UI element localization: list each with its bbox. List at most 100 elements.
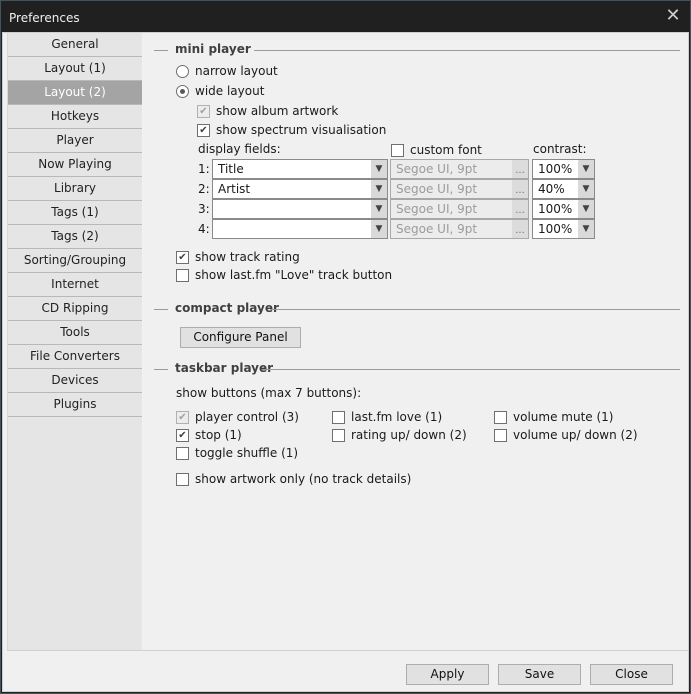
font-value: Segoe UI, 9pt	[396, 222, 478, 236]
custom-font-checkbox[interactable]: custom font	[391, 142, 482, 158]
taskbar-button-checkbox[interactable]: ✔ player control (3)	[176, 409, 299, 425]
display-field-value: Artist	[218, 182, 251, 196]
contrast-label: contrast:	[533, 142, 587, 156]
sidebar-item-layout-2[interactable]: Layout (2)	[8, 81, 142, 105]
sidebar-item-hotkeys[interactable]: Hotkeys	[8, 105, 142, 129]
checkbox[interactable]	[176, 268, 189, 282]
display-field-dropdown[interactable]: Artist ▼	[212, 179, 388, 199]
wide-layout-radio[interactable]: wide layout	[176, 83, 264, 99]
artwork-only-label: show artwork only (no track details)	[195, 472, 412, 486]
contrast-value: 100%	[538, 162, 573, 176]
show-lastfm-love-checkbox[interactable]: show last.fm "Love" track button	[176, 267, 392, 283]
mini-player-heading: mini player	[175, 42, 251, 56]
show-spectrum-checkbox[interactable]: ✔ show spectrum visualisation	[197, 122, 386, 138]
taskbar-button-label: rating up/ down (2)	[351, 428, 467, 442]
field-number: 1:	[198, 162, 210, 176]
checkmark-icon[interactable]: ✔	[176, 250, 189, 264]
contrast-value: 100%	[538, 202, 573, 216]
dropdown-arrow-icon[interactable]: ▼	[371, 220, 387, 238]
taskbar-button-checkbox[interactable]: volume up/ down (2)	[494, 427, 638, 443]
taskbar-button-checkbox[interactable]: rating up/ down (2)	[332, 427, 467, 443]
taskbar-button-checkbox[interactable]: ✔ stop (1)	[176, 427, 242, 443]
sidebar-item-file-converters[interactable]: File Converters	[8, 345, 142, 369]
contrast-dropdown[interactable]: 100% ▼	[532, 219, 595, 239]
checkmark-icon[interactable]: ✔	[197, 123, 210, 137]
field-number: 4:	[198, 222, 210, 236]
settings-panel: mini player narrow layout wide layout ✔ …	[142, 33, 688, 650]
footer-divider	[7, 650, 688, 651]
dropdown-arrow-icon[interactable]: ▼	[578, 220, 594, 238]
checkmark-icon[interactable]: ✔	[176, 410, 189, 424]
dropdown-arrow-icon[interactable]: ▼	[371, 200, 387, 218]
sidebar-item-tools[interactable]: Tools	[8, 321, 142, 345]
sidebar-item-cd-ripping[interactable]: CD Ripping	[8, 297, 142, 321]
configure-panel-button[interactable]: Configure Panel	[180, 327, 301, 348]
contrast-dropdown[interactable]: 100% ▼	[532, 159, 595, 179]
sidebar-item-layout-1[interactable]: Layout (1)	[8, 57, 142, 81]
display-field-dropdown[interactable]: ▼	[212, 219, 388, 239]
font-browse-button[interactable]: ...	[512, 180, 528, 198]
display-field-dropdown[interactable]: Title ▼	[212, 159, 388, 179]
show-album-artwork-label: show album artwork	[216, 104, 339, 118]
compact-player-group-header: compact player	[154, 301, 680, 317]
contrast-value: 40%	[538, 182, 565, 196]
sidebar-item-devices[interactable]: Devices	[8, 369, 142, 393]
show-track-rating-checkbox[interactable]: ✔ show track rating	[176, 249, 300, 265]
taskbar-button-checkbox[interactable]: volume mute (1)	[494, 409, 613, 425]
font-browse-button[interactable]: ...	[512, 220, 528, 238]
dropdown-arrow-icon[interactable]: ▼	[578, 180, 594, 198]
sidebar-item-library[interactable]: Library	[8, 177, 142, 201]
checkbox[interactable]	[391, 143, 404, 157]
font-browse-button[interactable]: ...	[512, 200, 528, 218]
save-button[interactable]: Save	[498, 664, 581, 685]
artwork-only-checkbox[interactable]: show artwork only (no track details)	[176, 471, 411, 487]
sidebar-item-general[interactable]: General	[8, 33, 142, 57]
font-value: Segoe UI, 9pt	[396, 162, 478, 176]
sidebar-item-player[interactable]: Player	[8, 129, 142, 153]
field-number: 2:	[198, 182, 210, 196]
radio-button[interactable]	[176, 64, 189, 78]
sidebar-item-now-playing[interactable]: Now Playing	[8, 153, 142, 177]
contrast-dropdown[interactable]: 100% ▼	[532, 199, 595, 219]
show-buttons-label: show buttons (max 7 buttons):	[176, 386, 362, 400]
apply-button[interactable]: Apply	[406, 664, 489, 685]
font-browse-button[interactable]: ...	[512, 160, 528, 178]
show-track-rating-label: show track rating	[195, 250, 300, 264]
dropdown-arrow-icon[interactable]: ▼	[371, 180, 387, 198]
checkmark-icon[interactable]: ✔	[176, 428, 189, 442]
title-bar: Preferences ✕	[2, 2, 689, 32]
checkbox[interactable]	[176, 446, 189, 460]
close-icon[interactable]: ✕	[663, 6, 683, 26]
dropdown-arrow-icon[interactable]: ▼	[578, 160, 594, 178]
sidebar-item-tags-1[interactable]: Tags (1)	[8, 201, 142, 225]
taskbar-button-checkbox[interactable]: toggle shuffle (1)	[176, 445, 298, 461]
sidebar-item-sorting-grouping[interactable]: Sorting/Grouping	[8, 249, 142, 273]
font-picker: Segoe UI, 9pt ...	[390, 159, 529, 179]
dropdown-arrow-icon[interactable]: ▼	[578, 200, 594, 218]
sidebar-item-internet[interactable]: Internet	[8, 273, 142, 297]
sidebar-item-plugins[interactable]: Plugins	[8, 393, 142, 417]
show-spectrum-label: show spectrum visualisation	[216, 123, 387, 137]
radio-button-selected[interactable]	[176, 84, 189, 98]
taskbar-button-label: stop (1)	[195, 428, 242, 442]
checkbox[interactable]	[494, 428, 507, 442]
narrow-layout-radio[interactable]: narrow layout	[176, 63, 278, 79]
checkmark-icon[interactable]: ✔	[197, 104, 210, 118]
wide-layout-label: wide layout	[195, 84, 265, 98]
taskbar-button-checkbox[interactable]: last.fm love (1)	[332, 409, 442, 425]
preferences-window: Preferences ✕ General Layout (1) Layout (2…	[0, 0, 691, 694]
sidebar-item-tags-2[interactable]: Tags (2)	[8, 225, 142, 249]
show-album-artwork-checkbox[interactable]: ✔ show album artwork	[197, 103, 338, 119]
close-button[interactable]: Close	[590, 664, 673, 685]
custom-font-label: custom font	[410, 143, 482, 157]
checkbox[interactable]	[332, 428, 345, 442]
taskbar-button-label: last.fm love (1)	[351, 410, 443, 424]
taskbar-player-group-header: taskbar player	[154, 361, 680, 377]
dropdown-arrow-icon[interactable]: ▼	[371, 160, 387, 178]
checkbox[interactable]	[494, 410, 507, 424]
taskbar-button-label: toggle shuffle (1)	[195, 446, 299, 460]
checkbox[interactable]	[176, 472, 189, 486]
checkbox[interactable]	[332, 410, 345, 424]
display-field-dropdown[interactable]: ▼	[212, 199, 388, 219]
contrast-dropdown[interactable]: 40% ▼	[532, 179, 595, 199]
